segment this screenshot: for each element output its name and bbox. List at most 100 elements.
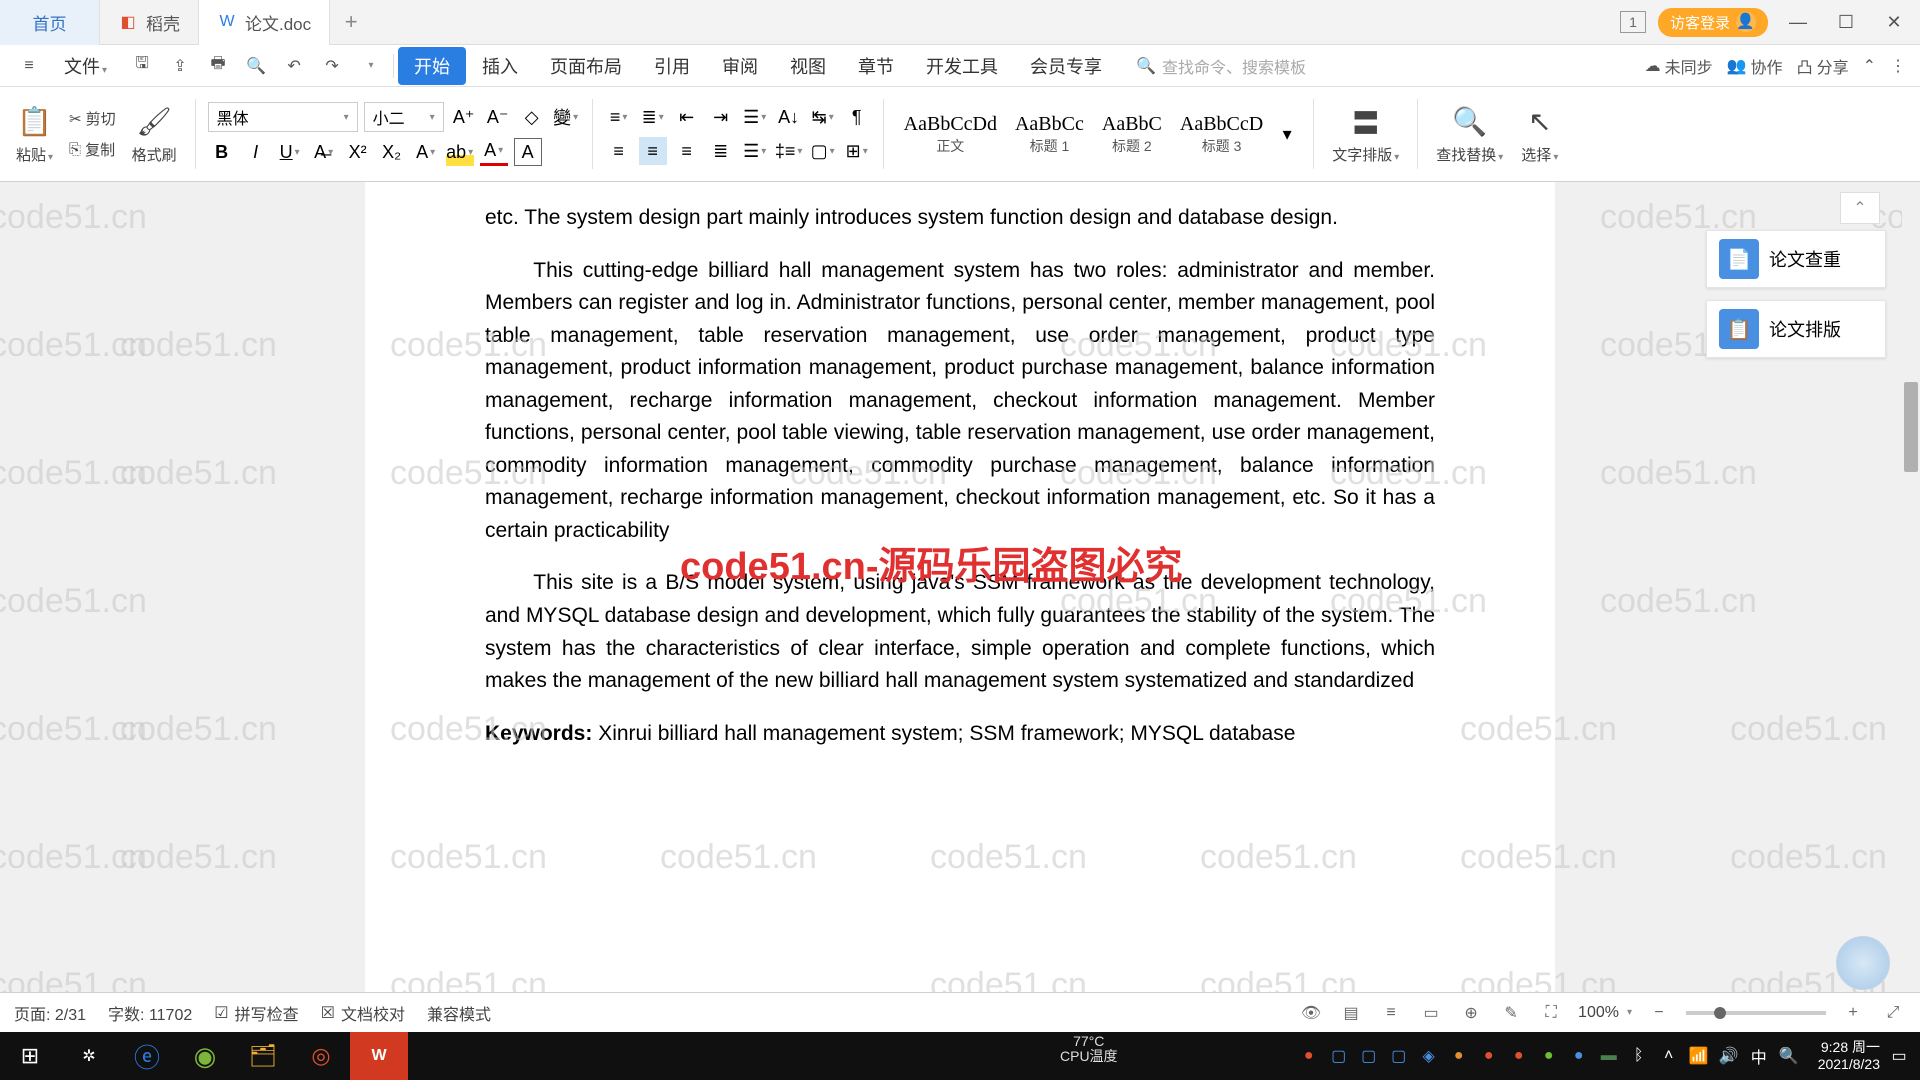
taskbar-ie[interactable]: ⓔ <box>118 1032 176 1080</box>
zoom-in-button[interactable]: + <box>1840 1000 1866 1026</box>
tab-daoke[interactable]: ◧ 稻壳 <box>100 0 199 45</box>
tabstop-button[interactable]: ↹▾ <box>809 103 837 131</box>
line-spacing-button[interactable]: ‡≡▾ <box>775 137 803 165</box>
tray-icon[interactable]: ● <box>1508 1045 1530 1067</box>
tab-document[interactable]: W 论文.doc <box>199 0 330 45</box>
clear-format-button[interactable]: ◇ <box>518 103 546 131</box>
page-indicator[interactable]: 页面: 2/31 <box>14 1001 86 1025</box>
decrease-indent-button[interactable]: ⇤ <box>673 103 701 131</box>
more-qat-icon[interactable]: ▾ <box>351 47 389 85</box>
menu-review[interactable]: 审阅 <box>706 47 774 85</box>
minimize-button[interactable]: — <box>1780 4 1816 40</box>
menu-reference[interactable]: 引用 <box>638 47 706 85</box>
volume-icon[interactable]: 🔊 <box>1718 1045 1740 1067</box>
bold-button[interactable]: B <box>208 138 236 166</box>
tray-icon[interactable]: ● <box>1298 1045 1320 1067</box>
text-layout-button[interactable]: 〓 文字排版▾ <box>1326 104 1405 165</box>
wifi-icon[interactable]: 📶 <box>1688 1045 1710 1067</box>
style-gallery-more[interactable]: ▾ <box>1273 120 1301 148</box>
new-tab-button[interactable]: + <box>330 0 372 45</box>
proofread-toggle[interactable]: ☒文档校对 <box>321 1001 405 1025</box>
command-search[interactable]: 🔍 查找命令、搜索模板 <box>1136 54 1306 78</box>
window-counter[interactable]: 1 <box>1620 11 1646 33</box>
document-page[interactable]: etc. The system design part mainly intro… <box>365 182 1555 1022</box>
cpu-temp-widget[interactable]: 77°C CPU温度 <box>1060 1034 1118 1065</box>
sync-status[interactable]: ☁未同步 <box>1645 54 1713 78</box>
menu-icon[interactable]: ≡ <box>10 47 48 85</box>
menu-page-layout[interactable]: 页面布局 <box>534 47 638 85</box>
tray-search-icon[interactable]: 🔍 <box>1778 1045 1800 1067</box>
vertical-scrollbar[interactable] <box>1902 182 1920 982</box>
tray-icon[interactable]: ● <box>1478 1045 1500 1067</box>
print-icon[interactable]: 🖶 <box>199 47 237 85</box>
assistant-bubble[interactable] <box>1836 936 1890 990</box>
spellcheck-toggle[interactable]: ☑拼写检查 <box>214 1001 298 1025</box>
distribute-button[interactable]: ☰▾ <box>741 137 769 165</box>
reading-view-icon[interactable]: ▭ <box>1418 1000 1444 1026</box>
tray-icon[interactable]: ● <box>1448 1045 1470 1067</box>
align-justify-button[interactable]: ≣ <box>707 137 735 165</box>
tray-icon[interactable]: ◈ <box>1418 1045 1440 1067</box>
tray-up-icon[interactable]: ˄ <box>1658 1045 1680 1067</box>
align-right-button[interactable]: ≡ <box>673 137 701 165</box>
subscript-button[interactable]: X₂ <box>378 138 406 166</box>
char-border-button[interactable]: A <box>514 138 542 166</box>
menu-member[interactable]: 会员专享 <box>1014 47 1118 85</box>
paper-check-button[interactable]: 📄 论文查重 <box>1706 230 1886 288</box>
fullscreen-icon[interactable]: ⤢ <box>1880 1000 1906 1026</box>
sort-button[interactable]: A↓ <box>775 103 803 131</box>
fit-icon[interactable]: ⛶ <box>1538 1000 1564 1026</box>
menu-dev-tools[interactable]: 开发工具 <box>910 47 1014 85</box>
tray-icon[interactable]: ▢ <box>1328 1045 1350 1067</box>
start-button[interactable]: ⊞ <box>0 1032 60 1080</box>
tab-home[interactable]: 首页 <box>0 0 100 45</box>
redo-icon[interactable]: ↷ <box>313 47 351 85</box>
superscript-button[interactable]: X² <box>344 138 372 166</box>
more-icon[interactable]: ⋮ <box>1890 56 1906 76</box>
save-icon[interactable]: 🖫 <box>123 47 161 85</box>
align-left-button[interactable]: ≡ <box>605 137 633 165</box>
paste-button[interactable]: 📋 粘贴▾ <box>10 104 59 165</box>
copy-button[interactable]: ⎘复制 <box>65 137 120 162</box>
bluetooth-icon[interactable]: ᛒ <box>1628 1045 1650 1067</box>
page-view-icon[interactable]: ▤ <box>1338 1000 1364 1026</box>
menu-insert[interactable]: 插入 <box>466 47 534 85</box>
select-button[interactable]: ↖ 选择▾ <box>1515 104 1564 165</box>
export-icon[interactable]: ⇪ <box>161 47 199 85</box>
border-button[interactable]: ⊞▾ <box>843 137 871 165</box>
menu-chapter[interactable]: 章节 <box>842 47 910 85</box>
style-heading2[interactable]: AaBbC标题 2 <box>1094 111 1170 158</box>
tray-icon[interactable]: ▬ <box>1598 1045 1620 1067</box>
outline-view-icon[interactable]: ≡ <box>1378 1000 1404 1026</box>
collab-button[interactable]: 👥协作 <box>1727 54 1783 78</box>
taskbar-browser[interactable]: ◉ <box>176 1032 234 1080</box>
font-color-button[interactable]: A▾ <box>480 138 508 166</box>
menu-start[interactable]: 开始 <box>398 47 466 85</box>
tray-icon[interactable]: ▢ <box>1358 1045 1380 1067</box>
word-count[interactable]: 字数: 11702 <box>108 1001 192 1025</box>
paper-layout-button[interactable]: 📋 论文排版 <box>1706 300 1886 358</box>
annotate-icon[interactable]: ✎ <box>1498 1000 1524 1026</box>
zoom-out-button[interactable]: − <box>1646 1000 1672 1026</box>
underline-button[interactable]: U▾ <box>276 138 304 166</box>
number-list-button[interactable]: ≣▾ <box>639 103 667 131</box>
style-heading3[interactable]: AaBbCcD标题 3 <box>1172 111 1271 158</box>
bullet-list-button[interactable]: ≡▾ <box>605 103 633 131</box>
maximize-button[interactable]: ☐ <box>1828 4 1864 40</box>
highlight-button[interactable]: ab▾ <box>446 138 474 166</box>
format-painter-button[interactable]: 🖌 格式刷 <box>126 104 183 165</box>
taskbar-clock[interactable]: 9:28 周一 2021/8/23 <box>1818 1039 1880 1073</box>
preview-icon[interactable]: 🔍 <box>237 47 275 85</box>
undo-icon[interactable]: ↶ <box>275 47 313 85</box>
zoom-slider[interactable] <box>1686 1011 1826 1015</box>
show-marks-button[interactable]: ¶ <box>843 103 871 131</box>
zoom-level[interactable]: 100%▾ <box>1578 1004 1632 1022</box>
style-heading1[interactable]: AaBbCc标题 1 <box>1007 111 1092 158</box>
taskbar-explorer[interactable]: 🗂 <box>234 1032 292 1080</box>
notifications-icon[interactable]: ▭ <box>1888 1045 1910 1067</box>
font-size-select[interactable]: 小二▾ <box>364 102 444 132</box>
style-normal[interactable]: AaBbCcDd正文 <box>896 111 1005 158</box>
taskbar-app-1[interactable]: ✲ <box>60 1032 118 1080</box>
collapse-ribbon-icon[interactable]: ⌃ <box>1863 56 1876 76</box>
align-center-button[interactable]: ≡ <box>639 137 667 165</box>
